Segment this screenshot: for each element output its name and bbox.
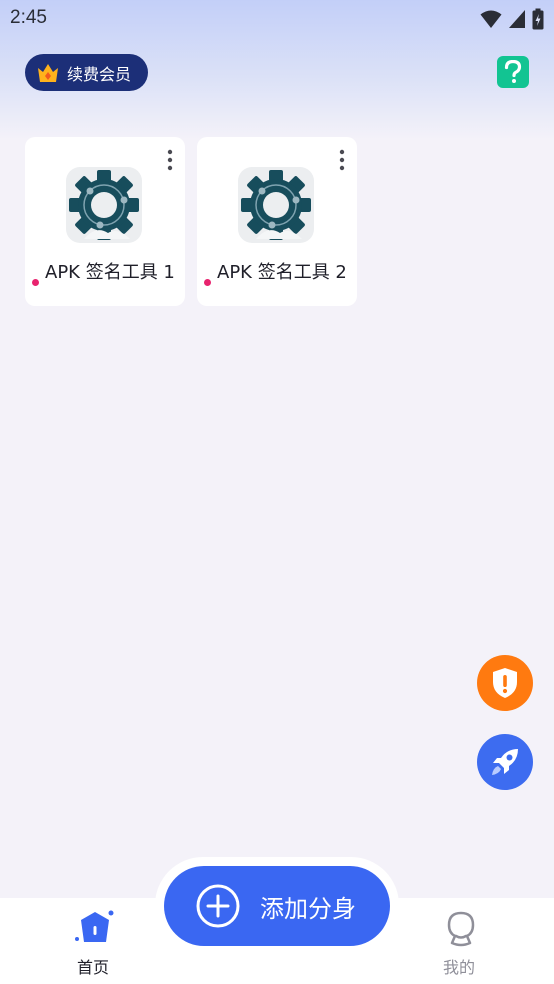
add-clone-button[interactable]: 添加分身 (164, 866, 390, 946)
boost-button[interactable] (477, 734, 533, 790)
renew-vip-button[interactable]: 续费会员 (25, 54, 148, 91)
gear-icon (241, 170, 311, 240)
wifi-icon (480, 10, 502, 28)
gear-icon (69, 170, 139, 240)
security-button[interactable] (477, 655, 533, 711)
nav-mine[interactable]: 我的 (404, 898, 514, 984)
nav-mine-label: 我的 (442, 958, 475, 977)
renew-vip-label: 续费会员 (67, 64, 132, 84)
crown-icon (38, 63, 58, 82)
status-icons (480, 8, 544, 30)
help-button[interactable] (497, 56, 529, 88)
status-time: 2:45 (10, 7, 47, 28)
shield-alert-icon (493, 668, 517, 698)
more-options-icon[interactable] (336, 149, 348, 171)
signal-icon (509, 10, 525, 28)
nav-home[interactable]: 首页 (38, 898, 148, 984)
app-name: APK 签名工具 2 (217, 262, 347, 283)
plus-circle-icon (196, 884, 240, 928)
add-clone-label: 添加分身 (260, 894, 356, 923)
more-options-icon[interactable] (164, 149, 176, 171)
status-dot (204, 279, 211, 286)
app-name: APK 签名工具 1 (45, 262, 175, 283)
status-dot (32, 279, 39, 286)
status-bar: 2:45 (0, 0, 554, 38)
app-icon[interactable] (66, 167, 142, 243)
rocket-icon (492, 749, 518, 775)
profile-icon (447, 911, 475, 947)
app-card[interactable]: APK 签名工具 1 (25, 137, 185, 306)
app-card[interactable]: APK 签名工具 2 (197, 137, 357, 306)
home-icon (75, 910, 114, 942)
app-icon[interactable] (238, 167, 314, 243)
nav-home-label: 首页 (76, 958, 109, 977)
help-icon (504, 60, 522, 83)
battery-charging-icon (532, 8, 544, 30)
